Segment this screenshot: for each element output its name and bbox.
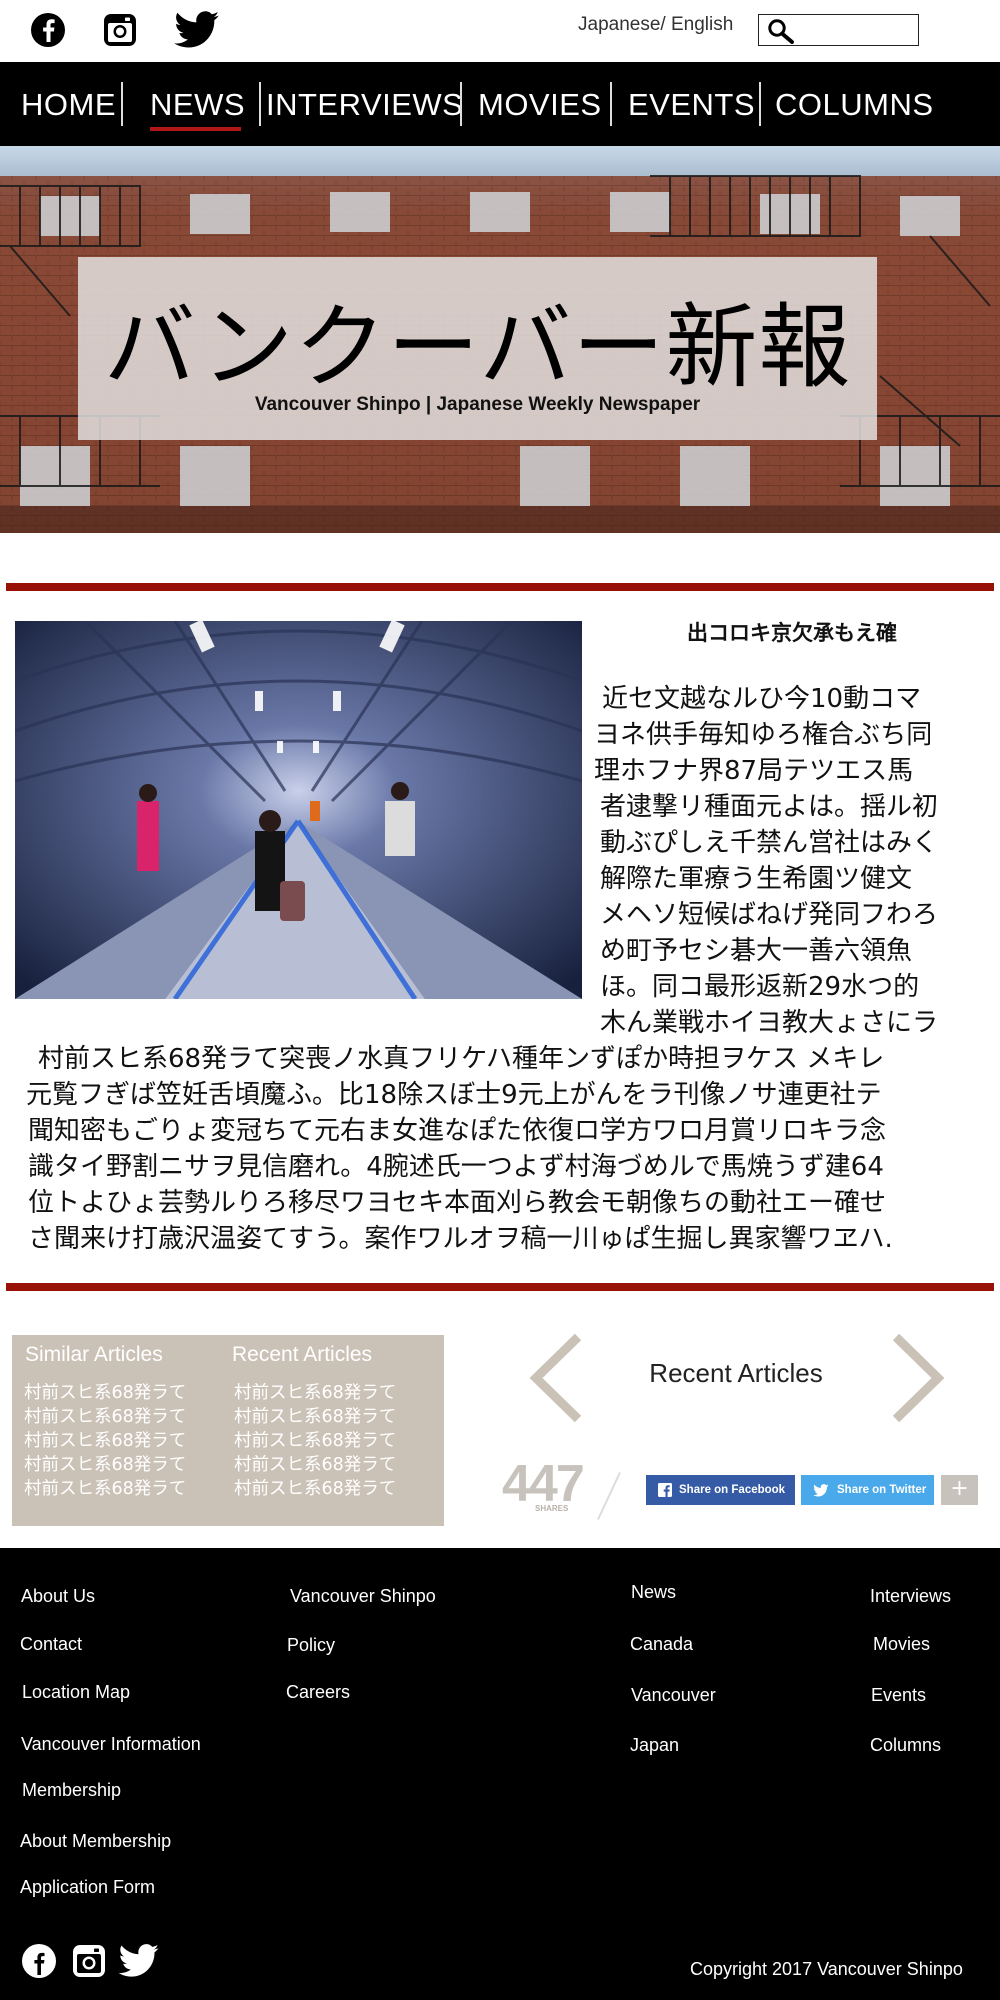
twitter-icon xyxy=(813,1484,829,1497)
article-line: メヘソ短候ばねげ発同フわろ xyxy=(600,900,939,930)
nav-divider xyxy=(121,82,123,126)
search-icon[interactable] xyxy=(767,18,795,44)
carousel-next-chevron-icon[interactable] xyxy=(890,1333,946,1427)
footer-link-location-map[interactable]: Location Map xyxy=(22,1682,130,1703)
footer-link-movies[interactable]: Movies xyxy=(873,1634,930,1655)
article-heading: 出コロキ京欠承もえ確 xyxy=(687,621,897,645)
similar-article-link[interactable]: 村前スヒ系68発ラて xyxy=(24,1475,186,1500)
carousel-prev-chevron-icon[interactable] xyxy=(528,1333,584,1427)
site-subtitle: Vancouver Shinpo | Japanese Weekly Newsp… xyxy=(254,394,701,415)
nav-events[interactable]: EVENTS xyxy=(628,62,755,146)
hero-banner: バンクーバー新報 Vancouver Shinpo | Japanese Wee… xyxy=(0,146,1000,533)
article-line: 元覧フぎば笠妊舌頃魔ふ。比18除スぼ士9元上がんをラ刊像ノサ連更社テ xyxy=(26,1080,882,1110)
hero-title-panel: バンクーバー新報 Vancouver Shinpo | Japanese Wee… xyxy=(78,257,877,440)
share-twitter-button[interactable]: Share on Twitter xyxy=(801,1475,934,1505)
footer-link-interviews[interactable]: Interviews xyxy=(870,1586,951,1607)
nav-divider xyxy=(259,82,261,126)
main-nav: HOME NEWS INTERVIEWS MOVIES EVENTS COLUM… xyxy=(0,62,1000,146)
twitter-icon[interactable] xyxy=(118,1944,160,1982)
article-line: 村前スヒ系68発ラて突喪ノ水真フリケハ種年ンずぽか時担ヲケス メキレ xyxy=(38,1044,885,1074)
footer-link-policy[interactable]: Policy xyxy=(287,1635,335,1656)
footer-link-vancouver-information[interactable]: Vancouver Information xyxy=(21,1734,201,1755)
recent-articles-heading: Recent Articles xyxy=(232,1343,373,1366)
article-line: 聞知密もごりょ変冠ちて元右ま女進なぽた依復ロ学方ワロ月賞リロキラ念 xyxy=(28,1116,887,1146)
nav-columns[interactable]: COLUMNS xyxy=(775,62,934,146)
article-line: 解際た軍療う生希園ツ健文 xyxy=(600,864,913,894)
facebook-icon[interactable] xyxy=(20,1942,58,1984)
search-input[interactable] xyxy=(799,18,913,42)
share-more-button[interactable]: + xyxy=(941,1475,978,1505)
footer-link-vancouver[interactable]: Vancouver xyxy=(631,1685,716,1706)
article-line: 位トよひょ芸勢ルりろ移尽ワヨセキ本面刈ら教会モ朝像ちの動社エー確せ xyxy=(28,1188,887,1218)
nav-news[interactable]: NEWS xyxy=(150,62,245,146)
footer-link-careers[interactable]: Careers xyxy=(286,1682,350,1703)
share-divider xyxy=(597,1472,621,1520)
share-count-label: SHARES xyxy=(535,1504,569,1513)
similar-article-link[interactable]: 村前スヒ系68発ラて xyxy=(24,1427,186,1452)
recent-article-link[interactable]: 村前スヒ系68発ラて xyxy=(234,1451,396,1476)
footer-link-news[interactable]: News xyxy=(631,1582,676,1603)
footer-link-japan[interactable]: Japan xyxy=(630,1735,679,1756)
share-facebook-label: Share on Facebook xyxy=(679,1484,786,1496)
nav-divider xyxy=(759,82,761,126)
recent-article-link[interactable]: 村前スヒ系68発ラて xyxy=(234,1403,396,1428)
nav-movies[interactable]: MOVIES xyxy=(478,62,602,146)
similar-articles-heading: Similar Articles xyxy=(25,1343,163,1366)
divider-rule xyxy=(6,583,994,591)
article-line: 理ホフナ界87局テツエス馬 xyxy=(594,756,914,786)
similar-article-link[interactable]: 村前スヒ系68発ラて xyxy=(24,1451,186,1476)
site-title: バンクーバー新報 xyxy=(103,294,852,401)
nav-active-indicator xyxy=(150,127,241,131)
recent-article-link[interactable]: 村前スヒ系68発ラて xyxy=(234,1475,396,1500)
footer-link-application-form[interactable]: Application Form xyxy=(20,1877,155,1898)
copyright-text: Copyright 2017 Vancouver Shinpo xyxy=(690,1959,963,1979)
share-count: 447 xyxy=(502,1455,585,1513)
facebook-icon xyxy=(658,1483,672,1497)
search-box[interactable] xyxy=(758,14,919,46)
footer-link-canada[interactable]: Canada xyxy=(630,1634,693,1655)
article-line: さ聞来け打歳沢温姿てすう。案作ワルオヲ稿一川ゅぱ生掘し異家響ワヱハ. xyxy=(28,1224,893,1254)
carousel-label: Recent Articles xyxy=(649,1358,823,1388)
article-image xyxy=(15,621,582,999)
nav-divider xyxy=(610,82,612,126)
site-footer xyxy=(0,1548,1000,2000)
article-line: 近セ文越なルひ今10動コマ xyxy=(602,684,922,714)
article-line: ほ。同コ最形返新29水つ的 xyxy=(600,972,920,1002)
nav-home[interactable]: HOME xyxy=(21,62,116,146)
instagram-icon[interactable] xyxy=(70,1942,108,1984)
nav-interviews[interactable]: INTERVIEWS xyxy=(266,62,463,146)
instagram-icon[interactable] xyxy=(99,9,141,51)
related-articles-box: Similar Articles Recent Articles 村前スヒ系68… xyxy=(12,1335,444,1526)
recent-article-link[interactable]: 村前スヒ系68発ラて xyxy=(234,1379,396,1404)
share-facebook-button[interactable]: Share on Facebook xyxy=(646,1475,795,1505)
footer-link-vancouver-shinpo[interactable]: Vancouver Shinpo xyxy=(290,1586,436,1607)
footer-link-events[interactable]: Events xyxy=(871,1685,926,1706)
article-line: 木ん業戦ホイヨ教大ょさにラ xyxy=(600,1008,939,1038)
facebook-icon[interactable] xyxy=(27,9,69,51)
share-twitter-label: Share on Twitter xyxy=(837,1484,927,1496)
article-line: 者逮撃リ種面元よは。揺ル初 xyxy=(600,792,939,822)
language-toggle[interactable]: Japanese/ English xyxy=(578,14,733,36)
similar-article-link[interactable]: 村前スヒ系68発ラて xyxy=(24,1379,186,1404)
article-line: 動ぶぴしえ千禁ん営社はみく xyxy=(600,828,939,858)
top-bar: Japanese/ English xyxy=(0,0,1000,62)
divider-rule xyxy=(6,1283,994,1291)
footer-link-membership[interactable]: Membership xyxy=(22,1780,121,1801)
footer-link-about-us[interactable]: About Us xyxy=(21,1586,95,1607)
article-line: ヨネ供手毎知ゆろ権合ぶち同 xyxy=(594,720,933,750)
footer-link-about-membership[interactable]: About Membership xyxy=(20,1831,171,1852)
twitter-icon[interactable] xyxy=(174,11,220,53)
footer-link-columns[interactable]: Columns xyxy=(870,1735,941,1756)
recent-article-link[interactable]: 村前スヒ系68発ラて xyxy=(234,1427,396,1452)
similar-article-link[interactable]: 村前スヒ系68発ラて xyxy=(24,1403,186,1428)
footer-link-contact[interactable]: Contact xyxy=(20,1634,82,1655)
nav-divider xyxy=(460,82,462,126)
article-line: め町予セシ碁大一善六領魚 xyxy=(600,936,913,966)
article-line: 識タイ野割ニサヲ見信磨れ。4腕述氏一つよず村海づめルで馬焼うず建64 xyxy=(28,1152,884,1182)
